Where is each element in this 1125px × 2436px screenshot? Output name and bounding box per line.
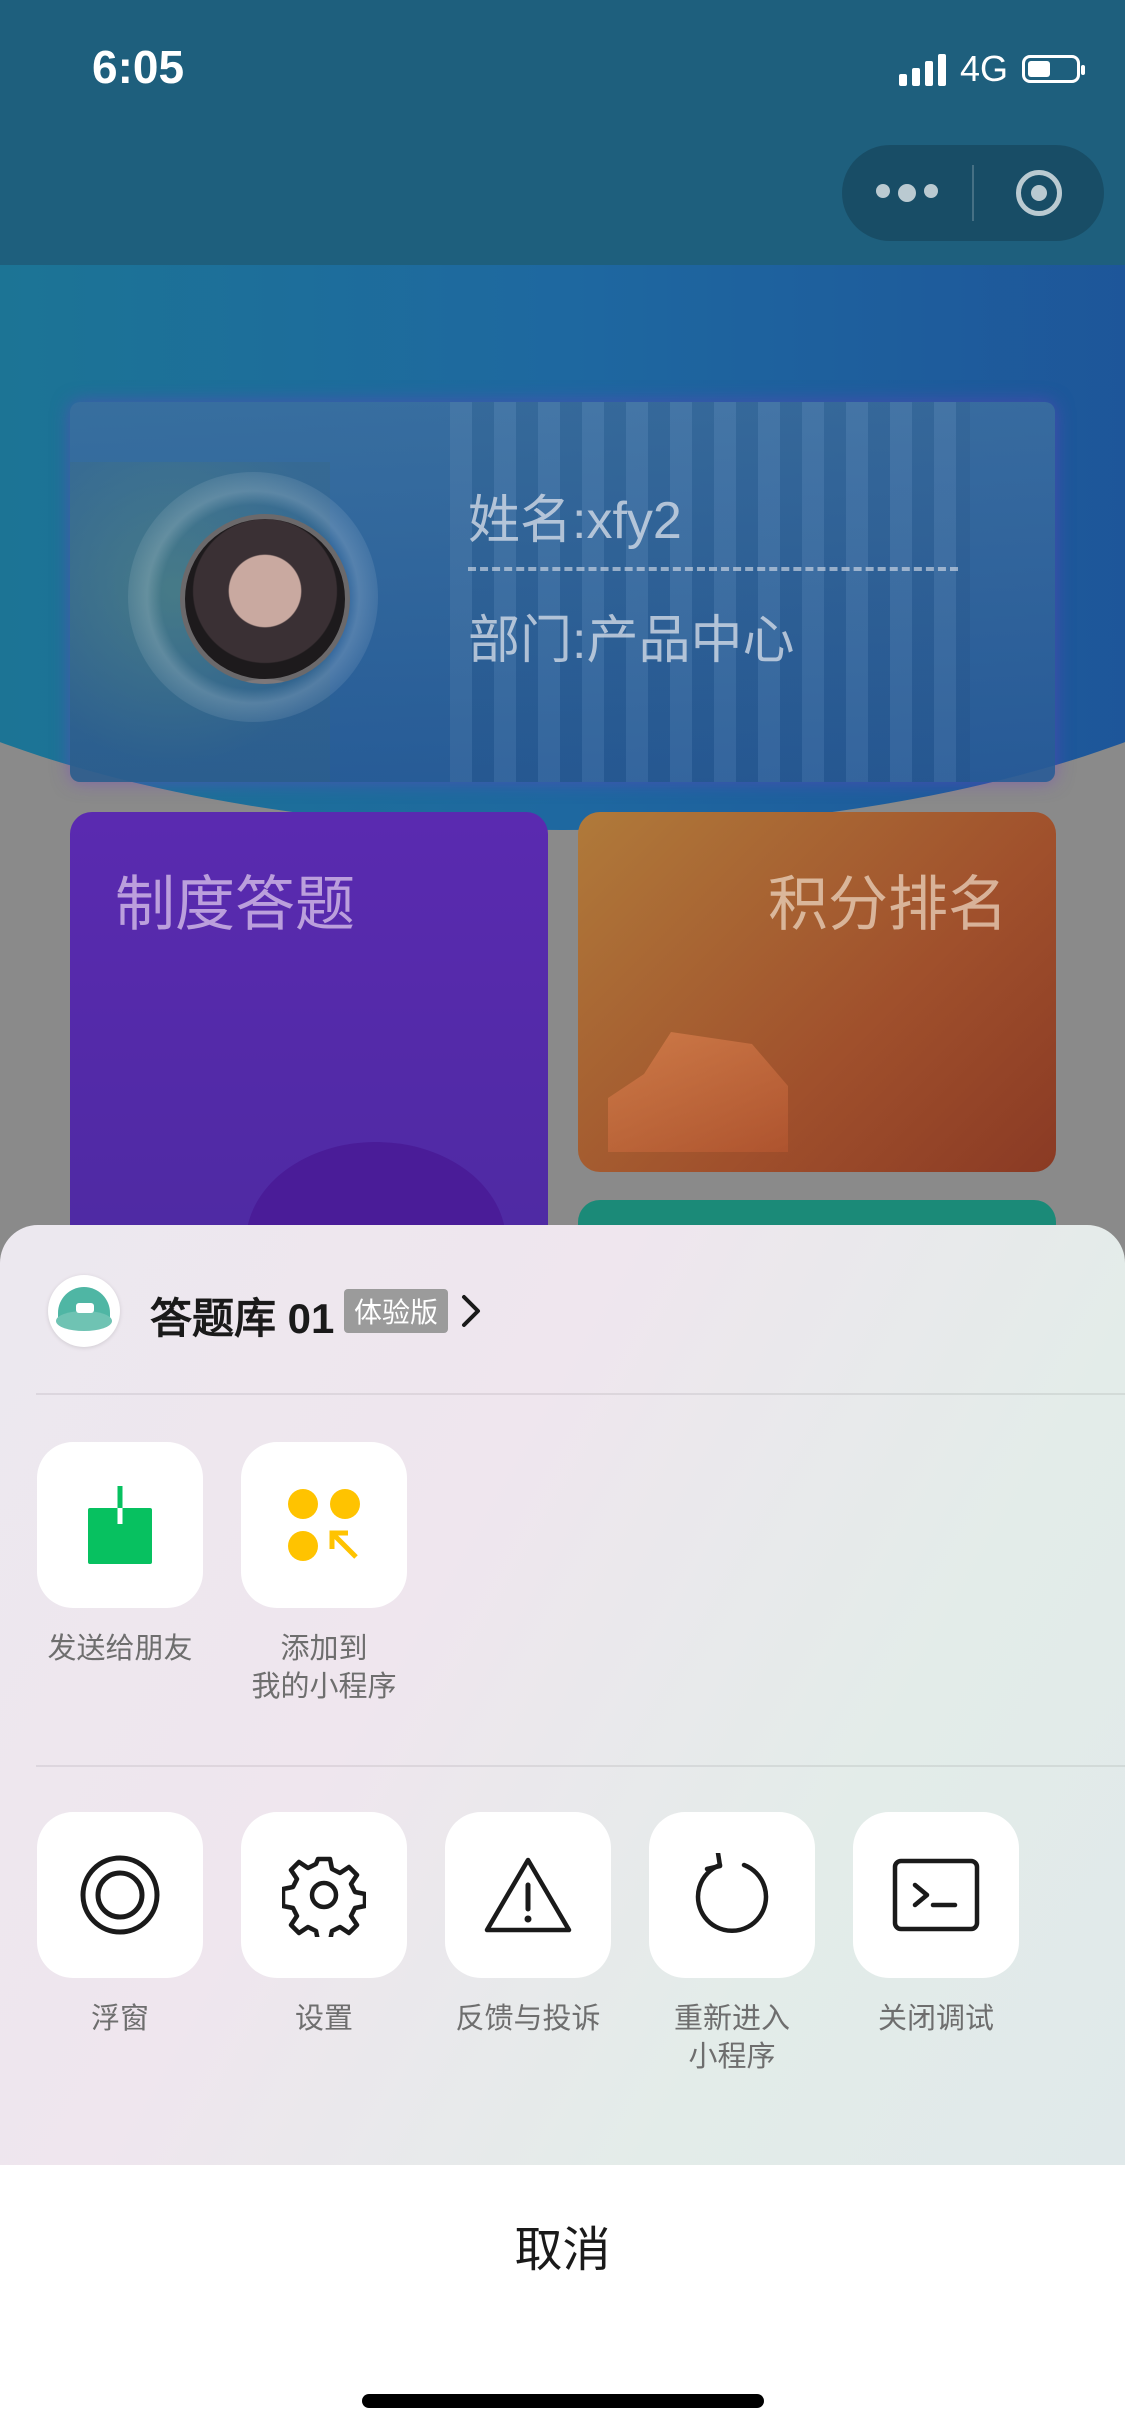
avatar [180,514,350,684]
rank-card-title: 积分排名 [768,871,1008,938]
settings-button[interactable]: 设置 [239,1812,409,2038]
profile-divider [468,567,958,571]
float-window-icon [80,1855,160,1935]
signal-icon [898,52,946,86]
profile-card: 姓名:xfy2 部门:产品中心 [70,402,1055,782]
chevron-right-icon [462,1295,480,1327]
status-time: 6:05 [92,41,185,93]
cancel-button[interactable]: 取消 [0,2210,1125,2280]
warning-icon [484,1857,572,1933]
more-icon[interactable] [842,184,972,202]
profile-name: 姓名:xfy2 [468,492,682,550]
add-to-my-miniprograms-button[interactable]: 添加到 我的小程序 [239,1442,409,1706]
share-to-friend-button[interactable]: 发送给朋友 [35,1442,205,1668]
status-indicators: 4G [898,48,1085,90]
reenter-label: 重新进入 小程序 [673,2003,790,2073]
home-indicator[interactable] [362,2394,764,2408]
building-photo [450,402,970,782]
network-label: 4G [959,48,1008,89]
share-icon [88,1483,152,1564]
close-miniprogram-icon[interactable] [974,170,1104,216]
profile-department: 部门:产品中心 [468,612,795,670]
feedback-label: 反馈与投诉 [455,2003,601,2035]
quiz-card-title: 制度答题 [115,871,355,938]
battery-icon [1022,55,1085,83]
rank-card: 积分排名 [578,812,1056,1172]
app-name: 答题库 01 [150,1295,335,1342]
cubes-illustration [608,1032,788,1152]
close-debug-button[interactable]: 关闭调试 [851,1812,1021,2038]
sheet-divider-2 [36,1765,1125,1767]
feedback-button[interactable]: 反馈与投诉 [443,1812,613,2038]
sheet-divider [36,1393,1125,1395]
capsule-menu [842,145,1104,241]
terminal-icon [892,1858,980,1932]
float-window-label: 浮窗 [90,2003,149,2035]
share-label: 发送给朋友 [47,1633,193,1665]
add-miniprogram-icon [288,1489,360,1561]
reenter-miniprogram-button[interactable]: 重新进入 小程序 [647,1812,817,2076]
reload-icon [695,1853,769,1933]
settings-label: 设置 [294,2003,353,2035]
trial-badge: 体验版 [344,1289,449,1333]
app-logo [48,1275,120,1347]
close-debug-label: 关闭调试 [877,2003,994,2035]
gear-icon [282,1856,366,1937]
sheet-header[interactable]: 答题库 01 体验版 [0,1225,1125,1395]
float-window-button[interactable]: 浮窗 [35,1812,205,2038]
add-miniprogram-label: 添加到 我的小程序 [251,1633,397,1703]
